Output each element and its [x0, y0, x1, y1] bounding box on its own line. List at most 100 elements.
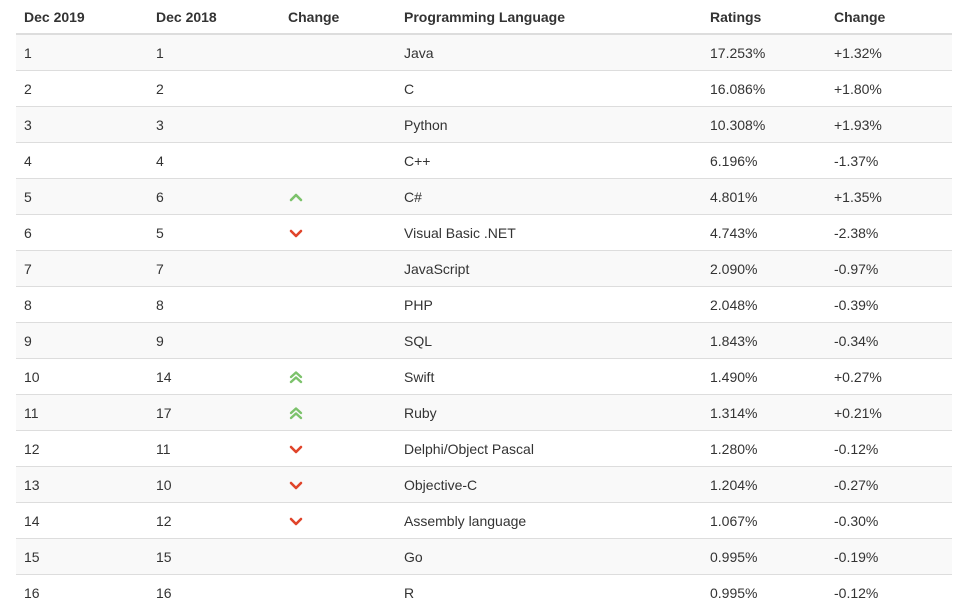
rating-change-cell: -0.30%: [834, 502, 952, 539]
rank-change-cell: [288, 142, 404, 179]
rank-2018-cell: 16: [156, 574, 288, 609]
rating-change-cell: +1.32%: [834, 33, 952, 71]
rank-change-cell: [288, 33, 404, 71]
language-cell: C#: [404, 178, 710, 215]
rank-2019-cell: 3: [16, 106, 156, 143]
rating-change-cell: -0.97%: [834, 250, 952, 287]
rank-2019-cell: 14: [16, 502, 156, 539]
language-cell: Assembly language: [404, 502, 710, 539]
rank-change-cell: [288, 250, 404, 287]
rank-2019-cell: 7: [16, 250, 156, 287]
table-row: 4 4 C++ 6.196% -1.37%: [16, 142, 952, 179]
rating-cell: 1.490%: [710, 358, 834, 395]
rating-change-cell: +1.93%: [834, 106, 952, 143]
table-row: 6 5 Visual Basic .NET 4.743% -2.38%: [16, 214, 952, 251]
header-language: Programming Language: [404, 0, 710, 35]
table-row: 7 7 JavaScript 2.090% -0.97%: [16, 250, 952, 287]
rating-change-cell: -0.27%: [834, 466, 952, 503]
rating-cell: 1.204%: [710, 466, 834, 503]
rating-change-cell: -0.39%: [834, 286, 952, 323]
table-row: 2 2 C 16.086% +1.80%: [16, 70, 952, 107]
rating-cell: 10.308%: [710, 106, 834, 143]
ranking-page: Dec 2019 Dec 2018 Change Programming Lan…: [0, 0, 961, 609]
rank-2019-cell: 6: [16, 214, 156, 251]
table-body: 1 1 Java 17.253% +1.32% 2 2 C 16.086% +1.80% 3 3 Pyt…: [16, 33, 952, 609]
rank-change-cell: [288, 322, 404, 359]
rank-change-cell: [288, 430, 404, 467]
table-row: 15 15 Go 0.995% -0.19%: [16, 538, 952, 575]
rating-change-cell: -1.37%: [834, 142, 952, 179]
rank-2018-cell: 11: [156, 430, 288, 467]
table-row: 1 1 Java 17.253% +1.32%: [16, 33, 952, 71]
rating-cell: 16.086%: [710, 70, 834, 107]
rating-change-cell: -0.34%: [834, 322, 952, 359]
rank-2018-cell: 4: [156, 142, 288, 179]
rating-change-cell: +0.21%: [834, 394, 952, 431]
rank-2019-cell: 8: [16, 286, 156, 323]
rating-cell: 1.280%: [710, 430, 834, 467]
rating-change-cell: -0.12%: [834, 430, 952, 467]
table-row: 12 11 Delphi/Object Pascal 1.280% -0.12%: [16, 430, 952, 467]
chevron-down-icon: [288, 441, 304, 457]
rank-2019-cell: 1: [16, 33, 156, 71]
rank-2018-cell: 8: [156, 286, 288, 323]
language-cell: C: [404, 70, 710, 107]
rank-2018-cell: 10: [156, 466, 288, 503]
header-rank-change: Change: [288, 0, 404, 35]
table-row: 16 16 R 0.995% -0.12%: [16, 574, 952, 609]
rating-cell: 2.090%: [710, 250, 834, 287]
rank-2018-cell: 3: [156, 106, 288, 143]
rank-2018-cell: 5: [156, 214, 288, 251]
table-row: 5 6 C# 4.801% +1.35%: [16, 178, 952, 215]
rating-cell: 0.995%: [710, 538, 834, 575]
table-row: 11 17 Ruby 1.314% +0.21%: [16, 394, 952, 431]
rating-cell: 4.801%: [710, 178, 834, 215]
rating-change-cell: +0.27%: [834, 358, 952, 395]
chevron-up-icon: [288, 189, 304, 205]
rating-change-cell: -0.19%: [834, 538, 952, 575]
header-ratings: Ratings: [710, 0, 834, 35]
chevron-down-icon: [288, 225, 304, 241]
rank-change-cell: [288, 466, 404, 503]
rank-2018-cell: 15: [156, 538, 288, 575]
rank-2018-cell: 1: [156, 33, 288, 71]
header-rating-change: Change: [834, 0, 952, 35]
rank-change-cell: [288, 286, 404, 323]
language-cell: C++: [404, 142, 710, 179]
rank-2019-cell: 5: [16, 178, 156, 215]
double-chevron-up-icon: [288, 369, 304, 385]
rank-change-cell: [288, 178, 404, 215]
rating-cell: 6.196%: [710, 142, 834, 179]
rating-cell: 0.995%: [710, 574, 834, 609]
rank-2018-cell: 9: [156, 322, 288, 359]
language-cell: R: [404, 574, 710, 609]
rank-change-cell: [288, 538, 404, 575]
table-header: Dec 2019 Dec 2018 Change Programming Lan…: [16, 0, 952, 35]
header-row: Dec 2019 Dec 2018 Change Programming Lan…: [16, 0, 952, 35]
rank-change-cell: [288, 70, 404, 107]
language-cell: Swift: [404, 358, 710, 395]
chevron-down-icon: [288, 513, 304, 529]
rank-2019-cell: 15: [16, 538, 156, 575]
language-cell: Python: [404, 106, 710, 143]
double-chevron-up-icon: [288, 405, 304, 421]
rating-cell: 1.314%: [710, 394, 834, 431]
rating-change-cell: -0.12%: [834, 574, 952, 609]
rating-change-cell: +1.35%: [834, 178, 952, 215]
rank-2018-cell: 12: [156, 502, 288, 539]
table-row: 14 12 Assembly language 1.067% -0.30%: [16, 502, 952, 539]
language-cell: Go: [404, 538, 710, 575]
rank-2018-cell: 2: [156, 70, 288, 107]
rating-cell: 4.743%: [710, 214, 834, 251]
language-cell: JavaScript: [404, 250, 710, 287]
rating-cell: 1.067%: [710, 502, 834, 539]
rank-2018-cell: 6: [156, 178, 288, 215]
rank-2019-cell: 11: [16, 394, 156, 431]
rank-2018-cell: 17: [156, 394, 288, 431]
header-dec-2018: Dec 2018: [156, 0, 288, 35]
language-cell: SQL: [404, 322, 710, 359]
chevron-down-icon: [288, 477, 304, 493]
table-row: 13 10 Objective-C 1.204% -0.27%: [16, 466, 952, 503]
rank-change-cell: [288, 502, 404, 539]
language-cell: Objective-C: [404, 466, 710, 503]
